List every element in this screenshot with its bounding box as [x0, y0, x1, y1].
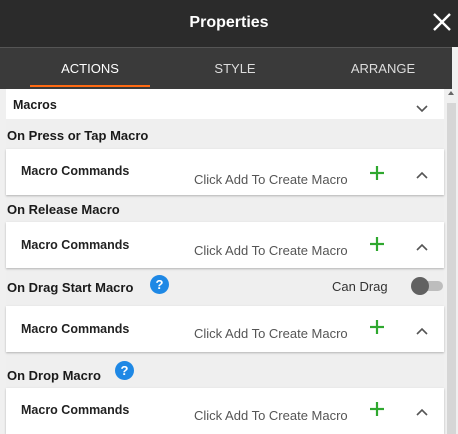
macros-label: Macros — [13, 98, 57, 112]
macro-commands-label: Macro Commands — [21, 238, 130, 252]
chevron-up-icon[interactable] — [416, 323, 428, 335]
chevron-down-icon[interactable] — [416, 101, 428, 113]
section-label-on-press: On Press or Tap Macro — [7, 128, 149, 143]
macro-commands-label: Macro Commands — [21, 403, 130, 417]
macro-commands-row: Macro Commands Click Add To Create Macro — [6, 388, 444, 434]
toggle-knob — [411, 277, 429, 295]
can-drag-label: Can Drag — [332, 279, 388, 294]
add-macro-plus-icon[interactable] — [368, 164, 386, 182]
help-icon[interactable]: ? — [115, 361, 134, 380]
create-macro-hint: Click Add To Create Macro — [194, 326, 348, 341]
tab-style[interactable]: STYLE — [170, 48, 300, 89]
section-label-on-drag-start: On Drag Start Macro — [7, 280, 134, 295]
macro-commands-label: Macro Commands — [21, 322, 130, 336]
help-icon[interactable]: ? — [150, 275, 169, 294]
tab-bar: ACTIONS STYLE ARRANGE — [0, 47, 452, 89]
chevron-up-icon[interactable] — [416, 404, 428, 416]
svg-text:?: ? — [156, 277, 164, 292]
create-macro-hint: Click Add To Create Macro — [194, 172, 348, 187]
tab-actions[interactable]: ACTIONS — [20, 48, 160, 89]
macro-commands-row: Macro Commands Click Add To Create Macro — [6, 222, 444, 268]
add-macro-plus-icon[interactable] — [368, 235, 386, 253]
section-label-on-release: On Release Macro — [7, 202, 120, 217]
add-macro-plus-icon[interactable] — [368, 400, 386, 418]
panel-title: Properties — [189, 14, 269, 31]
chevron-up-icon[interactable] — [416, 239, 428, 251]
title-bar: Properties — [0, 0, 458, 47]
scrollbar-thumb[interactable] — [447, 103, 456, 434]
create-macro-hint: Click Add To Create Macro — [194, 408, 348, 423]
add-macro-plus-icon[interactable] — [368, 318, 386, 336]
macro-commands-row: Macro Commands Click Add To Create Macro — [6, 306, 444, 352]
macros-header[interactable]: Macros — [6, 89, 444, 119]
can-drag-toggle[interactable] — [411, 277, 445, 295]
close-icon[interactable] — [428, 8, 456, 36]
create-macro-hint: Click Add To Create Macro — [194, 243, 348, 258]
scroll-up-arrow-icon[interactable] — [448, 91, 454, 95]
macro-commands-row: Macro Commands Click Add To Create Macro — [6, 149, 444, 195]
chevron-up-icon[interactable] — [416, 167, 428, 179]
svg-text:?: ? — [121, 363, 129, 378]
scrollbar[interactable] — [444, 89, 458, 434]
macro-commands-label: Macro Commands — [21, 164, 130, 178]
section-label-on-drop: On Drop Macro — [7, 368, 101, 383]
tab-arrange[interactable]: ARRANGE — [318, 48, 448, 89]
